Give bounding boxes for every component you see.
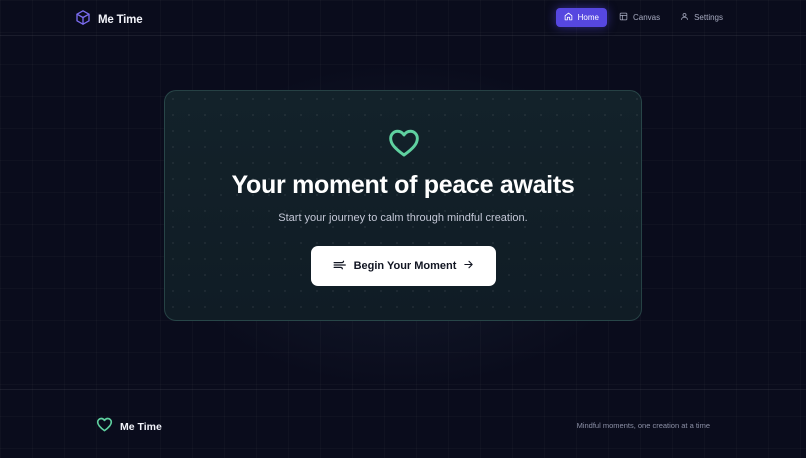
layout-icon xyxy=(619,12,628,23)
nav-canvas-label: Canvas xyxy=(632,13,661,22)
brand-name: Me Time xyxy=(98,14,143,26)
main-nav: Home Canvas Settings xyxy=(555,8,731,27)
begin-moment-label: Begin Your Moment xyxy=(353,260,457,272)
arrow-right-icon xyxy=(463,259,474,273)
nav-canvas[interactable]: Canvas xyxy=(611,8,668,27)
begin-moment-button[interactable]: Begin Your Moment xyxy=(311,246,496,286)
heart-icon xyxy=(96,417,113,437)
top-navbar: Me Time Home Canvas Settings xyxy=(0,0,806,36)
nav-home[interactable]: Home xyxy=(555,8,607,27)
brand-logo[interactable]: Me Time xyxy=(75,9,143,31)
footer-brand[interactable]: Me Time xyxy=(96,417,162,437)
footer-tagline: Mindful moments, one creation at a time xyxy=(576,421,710,430)
wind-icon xyxy=(333,259,347,274)
heart-icon xyxy=(388,128,420,163)
footer-brand-name: Me Time xyxy=(120,421,162,433)
nav-settings[interactable]: Settings xyxy=(672,8,731,27)
nav-settings-label: Settings xyxy=(694,13,723,22)
cube-icon xyxy=(75,9,91,31)
nav-home-label: Home xyxy=(577,13,599,22)
hero-subtitle: Start your journey to calm through mindf… xyxy=(278,212,528,224)
hero-card: Your moment of peace awaits Start your j… xyxy=(164,90,642,321)
home-icon xyxy=(564,12,573,23)
user-icon xyxy=(680,12,689,23)
hero-title: Your moment of peace awaits xyxy=(231,171,575,199)
footer: Me Time Mindful moments, one creation at… xyxy=(0,389,806,458)
